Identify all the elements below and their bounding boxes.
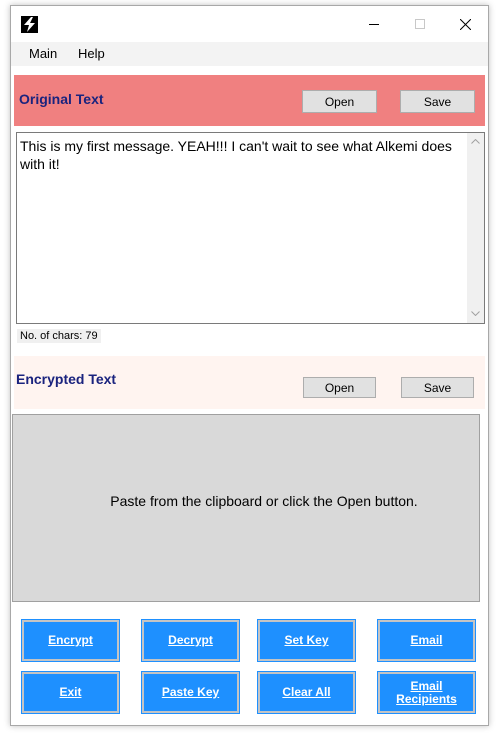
close-button[interactable] [442, 6, 488, 42]
decrypt-button[interactable]: Decrypt [141, 619, 240, 662]
chevron-up-icon[interactable] [471, 139, 480, 144]
original-text-content: This is my first message. YEAH!!! I can'… [20, 138, 452, 172]
email-button[interactable]: Email [377, 619, 476, 662]
close-icon [459, 18, 471, 30]
app-window: Main Help Original Text Open Save This i… [10, 5, 489, 726]
lightning-bolt-icon [21, 16, 38, 33]
menu-help[interactable]: Help [78, 46, 105, 61]
original-text-input[interactable]: This is my first message. YEAH!!! I can'… [16, 132, 485, 324]
char-count-label: No. of chars: 79 [17, 329, 101, 343]
paste-key-button[interactable]: Paste Key [141, 671, 240, 714]
encrypted-open-button[interactable]: Open [303, 377, 376, 398]
encrypted-placeholder: Paste from the clipboard or click the Op… [110, 493, 418, 509]
encrypted-text-panel: Encrypted Text Open Save [14, 356, 485, 409]
minimize-icon [369, 24, 379, 25]
encrypted-text-title: Encrypted Text [16, 371, 117, 387]
title-bar [11, 6, 488, 42]
minimize-button[interactable] [351, 6, 397, 42]
clear-all-button[interactable]: Clear All [257, 671, 356, 714]
email-recipients-button[interactable]: Email Recipients [377, 671, 476, 714]
encrypt-button[interactable]: Encrypt [21, 619, 120, 662]
original-save-button[interactable]: Save [400, 90, 475, 113]
maximize-button[interactable] [397, 6, 443, 42]
encrypted-text-area[interactable]: Paste from the clipboard or click the Op… [12, 414, 480, 602]
original-open-button[interactable]: Open [302, 90, 377, 113]
maximize-icon [415, 19, 425, 29]
original-text-title: Original Text [19, 91, 104, 107]
set-key-button[interactable]: Set Key [257, 619, 356, 662]
encrypted-save-button[interactable]: Save [401, 377, 474, 398]
menu-bar: Main Help [11, 42, 488, 66]
menu-main[interactable]: Main [29, 46, 57, 61]
original-text-panel: Original Text Open Save [14, 75, 485, 126]
chevron-down-icon[interactable] [471, 311, 480, 316]
exit-button[interactable]: Exit [21, 671, 120, 714]
vertical-scrollbar[interactable] [467, 133, 484, 323]
